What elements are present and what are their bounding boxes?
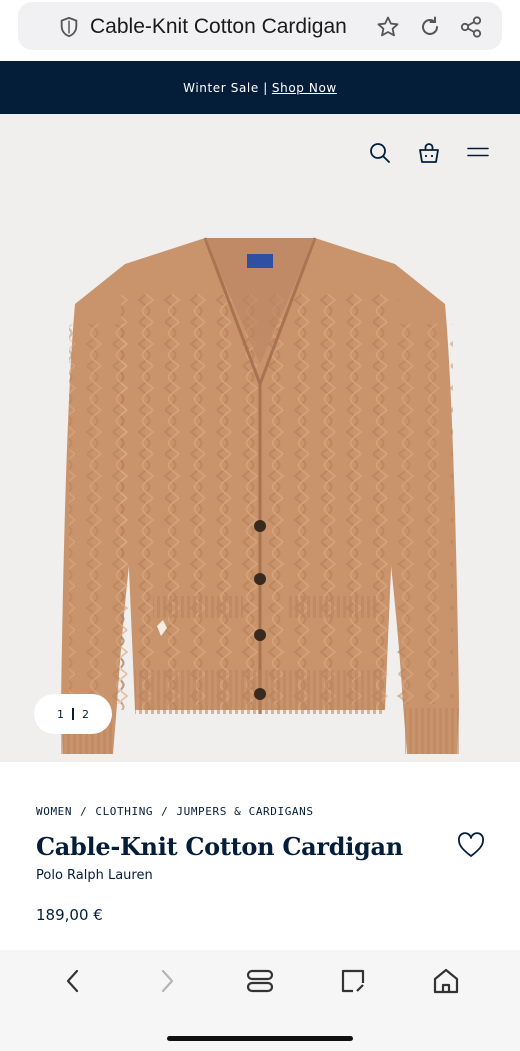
breadcrumb-separator: /	[161, 805, 169, 818]
browser-bottom-bar	[0, 950, 520, 1051]
star-icon[interactable]	[376, 15, 400, 39]
product-brand: Polo Ralph Lauren	[36, 868, 153, 883]
reload-icon[interactable]	[418, 15, 442, 39]
promo-text: Winter Sale |	[183, 80, 268, 95]
shield-icon[interactable]	[58, 16, 80, 38]
breadcrumb-women[interactable]: WOMEN	[36, 805, 72, 818]
back-icon[interactable]	[59, 967, 87, 995]
edit-icon[interactable]	[339, 967, 367, 995]
gallery-pager[interactable]: 1 2	[34, 694, 112, 734]
product-gallery[interactable]: 1 2	[0, 114, 520, 762]
menu-icon[interactable]	[466, 141, 490, 165]
share-icon[interactable]	[459, 15, 483, 39]
wishlist-heart-icon[interactable]	[457, 832, 485, 858]
breadcrumb-clothing[interactable]: CLOTHING	[95, 805, 153, 818]
forward-icon[interactable]	[153, 967, 181, 995]
page-1[interactable]: 1	[57, 708, 64, 721]
product-price: 189,00 €	[36, 906, 103, 924]
home-icon[interactable]	[432, 967, 460, 995]
bag-icon[interactable]	[417, 141, 441, 165]
breadcrumb-jumpers-cardigans[interactable]: JUMPERS & CARDIGANS	[176, 805, 313, 818]
product-title: Cable-Knit Cotton Cardigan	[36, 832, 403, 861]
address-bar[interactable]: Cable-Knit Cotton Cardigan	[18, 2, 502, 50]
search-icon[interactable]	[368, 141, 392, 165]
promo-banner: Winter Sale | Shop Now	[0, 61, 520, 114]
page-title-in-address-bar[interactable]: Cable-Knit Cotton Cardigan	[90, 15, 347, 39]
home-indicator[interactable]	[167, 1036, 353, 1041]
shop-now-link[interactable]: Shop Now	[272, 81, 337, 95]
pager-divider	[72, 708, 74, 720]
browser-top-bar: Cable-Knit Cotton Cardigan	[0, 0, 520, 61]
cardigan-image	[61, 237, 459, 754]
page-2[interactable]: 2	[82, 708, 89, 721]
breadcrumb-separator: /	[80, 805, 88, 818]
breadcrumb: WOMEN / CLOTHING / JUMPERS & CARDIGANS	[36, 805, 314, 818]
tabs-icon[interactable]	[246, 967, 274, 995]
